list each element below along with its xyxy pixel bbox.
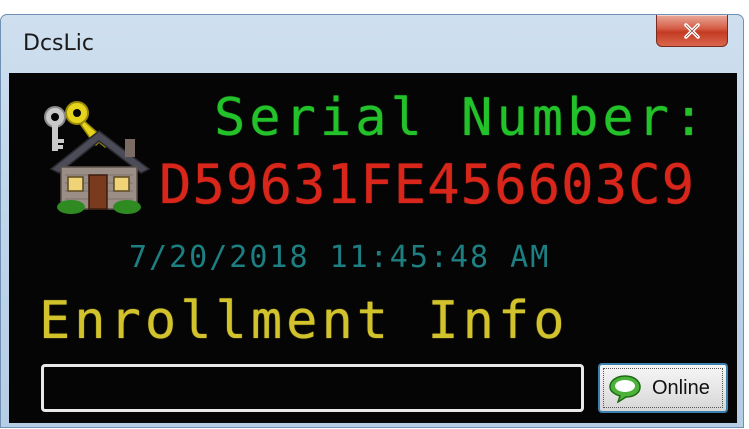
title-bar[interactable]: DcsLic [1, 15, 743, 67]
window-title: DcsLic [23, 31, 94, 56]
close-icon [684, 22, 700, 39]
house-keys-icon [44, 101, 151, 214]
serial-number-value: D59631FE456603C9 [159, 153, 696, 216]
chat-bubble-icon [609, 375, 641, 403]
dcslic-window: DcsLic Serial Number: D59631FE456603C9 7… [0, 14, 744, 428]
serial-number-label: Serial Number: [214, 88, 709, 148]
enrollment-info-field[interactable] [41, 364, 584, 412]
enrollment-info-label: Enrollment Info [39, 291, 569, 351]
window-bottom-border [1, 423, 745, 429]
online-button-label: Online [652, 377, 710, 399]
close-button[interactable] [656, 15, 728, 47]
led-display-panel: Serial Number: D59631FE456603C9 7/20/201… [9, 73, 737, 423]
timestamp: 7/20/2018 11:45:48 AM [129, 240, 551, 275]
online-button[interactable]: Online [598, 363, 728, 413]
